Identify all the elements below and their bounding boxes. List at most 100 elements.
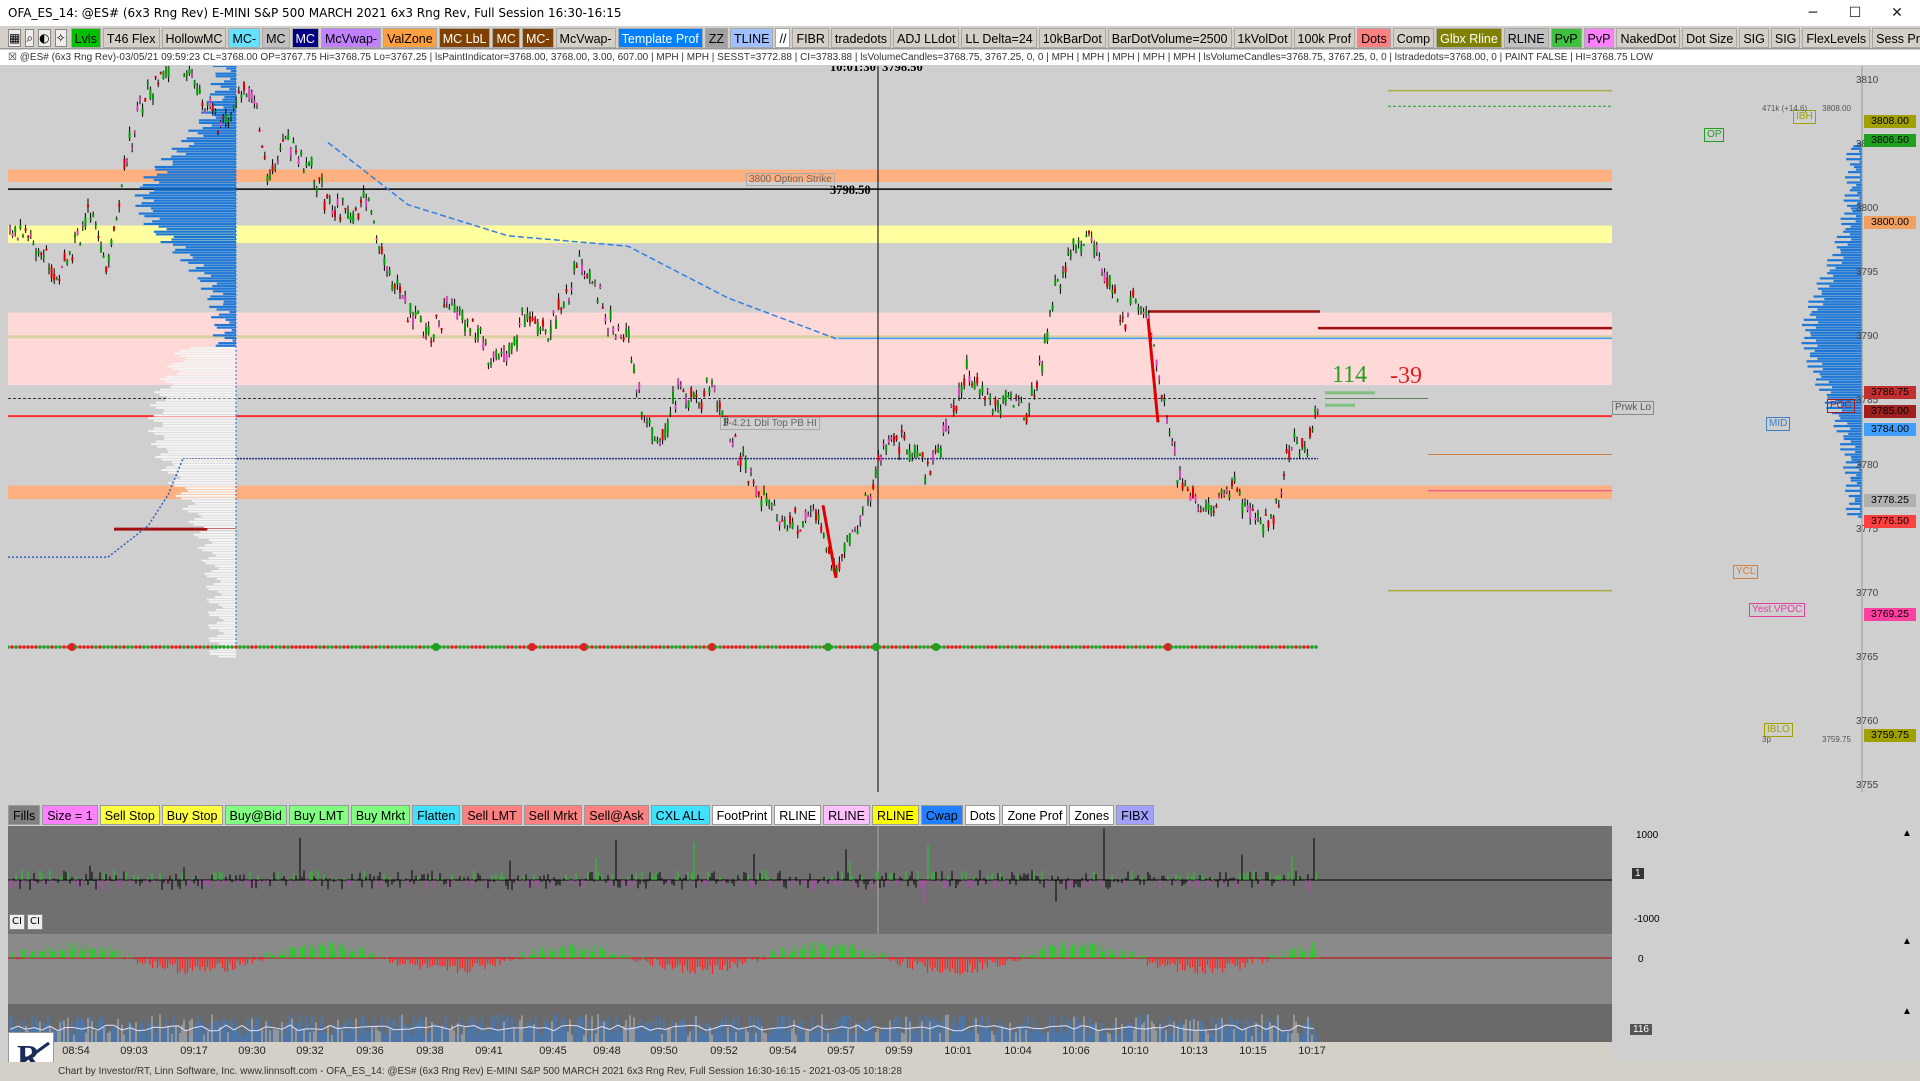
scale-up-icon[interactable]: ▲	[1902, 936, 1912, 947]
trade-button-fibx[interactable]: FIBX	[1116, 805, 1154, 825]
toolbar-button-adj-lldot[interactable]: ADJ LLdot	[893, 27, 960, 48]
toolbar-button-mc[interactable]: MC	[291, 27, 319, 48]
chart-settings-icon[interactable]: ▦	[8, 28, 22, 47]
zoom-icon[interactable]: ⌕	[25, 28, 35, 47]
toolbar-button-mc[interactable]: MC	[492, 27, 520, 48]
ci-button-1[interactable]: CI	[9, 914, 25, 930]
overnight-profile-bar	[212, 551, 236, 554]
overnight-profile-bar	[175, 494, 236, 497]
trade-dot	[26, 645, 30, 649]
trade-dot	[190, 645, 194, 649]
cursor-price-line-label: 3798.50	[830, 183, 871, 197]
toolbar-button-tline[interactable]: TLINE	[730, 27, 774, 48]
scale-up-icon[interactable]: ▲	[1902, 828, 1912, 839]
volume-panel[interactable]	[8, 1004, 1612, 1042]
trade-button-flatten[interactable]: Flatten	[412, 805, 461, 825]
toolbar-button-[interactable]: //	[775, 27, 791, 48]
minimize-button[interactable]: ─	[1796, 3, 1830, 23]
toolbar-button-hollowmc[interactable]: HollowMC	[161, 27, 227, 48]
trade-button-buy-lmt[interactable]: Buy LMT	[288, 805, 349, 825]
price-level-tag: 3769.25	[1864, 608, 1916, 621]
trade-dot	[1110, 645, 1114, 649]
toolbar-button-mc-lbl[interactable]: MC LbL	[438, 27, 491, 48]
toolbar-button-sig[interactable]: SIG	[1739, 27, 1769, 48]
toolbar-button-rline[interactable]: RLINE	[1503, 27, 1549, 48]
toolbar-button-comp[interactable]: Comp	[1392, 27, 1435, 48]
toolbar-button-dot-size[interactable]: Dot Size	[1682, 27, 1738, 48]
trade-button-buy-mrkt[interactable]: Buy Mrkt	[350, 805, 411, 825]
trade-button-sell-lmt[interactable]: Sell LMT	[462, 805, 522, 825]
trade-button-footprint[interactable]: FootPrint	[711, 805, 773, 825]
candle-body	[1119, 319, 1122, 322]
candle-body	[747, 481, 750, 484]
trade-dot	[1142, 645, 1146, 649]
toolbar-button-sess-prof[interactable]: Sess Prof	[1872, 27, 1920, 48]
trade-button-sell-stop[interactable]: Sell Stop	[99, 805, 160, 825]
candle-body	[305, 163, 308, 166]
toolbar-button-glbx-rline[interactable]: Glbx Rline	[1436, 27, 1502, 48]
ci-button-2[interactable]: CI	[27, 914, 43, 930]
toolbar-button-mc[interactable]: MC-	[521, 27, 554, 48]
trade-button-sell-ask[interactable]: Sell@Ask	[584, 805, 649, 825]
toolbar-button-template-prof[interactable]: Template Prof	[617, 27, 703, 48]
trade-button-dots[interactable]: Dots	[964, 805, 1001, 825]
toolbar-button-bardotvolume-2500[interactable]: BarDotVolume=2500	[1107, 27, 1232, 48]
toolbar-button-mcvwap[interactable]: McVwap-	[320, 27, 382, 48]
toolbar-button-flexlevels[interactable]: FlexLevels	[1802, 27, 1871, 48]
toolbar-button-100k-prof[interactable]: 100k Prof	[1293, 27, 1356, 48]
candle-body	[1311, 429, 1314, 432]
trade-dot	[682, 645, 686, 649]
trade-button-cxl-all[interactable]: CXL ALL	[650, 805, 710, 825]
toolbar-button-fibr[interactable]: FIBR	[792, 27, 829, 48]
toolbar-button-tradedots[interactable]: tradedots	[830, 27, 892, 48]
toolbar-button-dots[interactable]: Dots	[1357, 27, 1391, 48]
candle-body	[1257, 513, 1259, 517]
close-button[interactable]: ✕	[1880, 3, 1914, 23]
price-chart[interactable]: 10:01:30 3798.50 3798.50 3800 Option Str…	[8, 66, 1612, 792]
toolbar-button-mc[interactable]: MC	[262, 27, 290, 48]
toolbar-button-valzone[interactable]: ValZone	[383, 27, 437, 48]
trade-button-rline[interactable]: RLINE	[823, 805, 870, 825]
maximize-button[interactable]: ☐	[1838, 3, 1872, 23]
cumulative-delta-panel[interactable]	[8, 934, 1612, 1004]
refresh-icon[interactable]: ◐	[38, 28, 51, 47]
toolbar-button-t46-flex[interactable]: T46 Flex	[102, 27, 160, 48]
delta-histogram-panel[interactable]	[8, 826, 1612, 934]
trade-dot	[510, 645, 514, 649]
toolbar-button-nakeddot[interactable]: NakedDot	[1616, 27, 1681, 48]
candle-body	[1054, 280, 1057, 285]
toolbar-button-1kvoldot[interactable]: 1kVolDot	[1233, 27, 1292, 48]
toolbar-button-sig[interactable]: SIG	[1770, 27, 1801, 48]
time-axis-label: 09:48	[593, 1045, 621, 1057]
candle-body	[141, 108, 144, 114]
candle-body	[770, 504, 773, 507]
trade-button-cwap[interactable]: Cwap	[920, 805, 963, 825]
trade-button-zones[interactable]: Zones	[1069, 805, 1115, 825]
trade-button-buy-bid[interactable]: Buy@Bid	[224, 805, 287, 825]
quote-icon[interactable]: ✧	[54, 28, 67, 47]
toolbar-button-zz[interactable]: ZZ	[704, 27, 729, 48]
scale-up-icon[interactable]: ▲	[1902, 1006, 1912, 1017]
toolbar-button-pvp[interactable]: PvP	[1550, 27, 1582, 48]
trade-dot	[418, 645, 422, 649]
toolbar-button-10kbardot[interactable]: 10kBarDot	[1038, 27, 1106, 48]
toolbar-button-lvls[interactable]: Lvls	[70, 27, 101, 48]
toolbar-button-pvp[interactable]: PvP	[1583, 27, 1615, 48]
trade-button-rline[interactable]: RLINE	[774, 805, 822, 825]
trade-button-fills[interactable]: Fills	[8, 805, 41, 825]
trade-button-zone-prof[interactable]: Zone Prof	[1002, 805, 1068, 825]
toolbar-button-ll-delta-24[interactable]: LL Delta=24	[961, 27, 1037, 48]
trade-dot	[458, 645, 462, 649]
trade-button-sell-mrkt[interactable]: Sell Mrkt	[523, 805, 583, 825]
trade-button-size-1[interactable]: Size = 1	[42, 805, 98, 825]
overnight-profile-bar	[181, 497, 236, 500]
cumulative-delta-axis: 0 ▲	[1612, 934, 1920, 1004]
candle-body	[523, 319, 526, 327]
close-chart-icon[interactable]: ☒	[8, 52, 20, 63]
trade-button-buy-stop[interactable]: Buy Stop	[161, 805, 223, 825]
candle-body	[994, 398, 997, 406]
composite-profile-bar	[1858, 515, 1862, 518]
trade-button-rline[interactable]: RLINE	[871, 805, 919, 825]
toolbar-button-mcvwap[interactable]: McVwap-	[555, 27, 616, 48]
toolbar-button-mc[interactable]: MC-	[228, 27, 261, 48]
